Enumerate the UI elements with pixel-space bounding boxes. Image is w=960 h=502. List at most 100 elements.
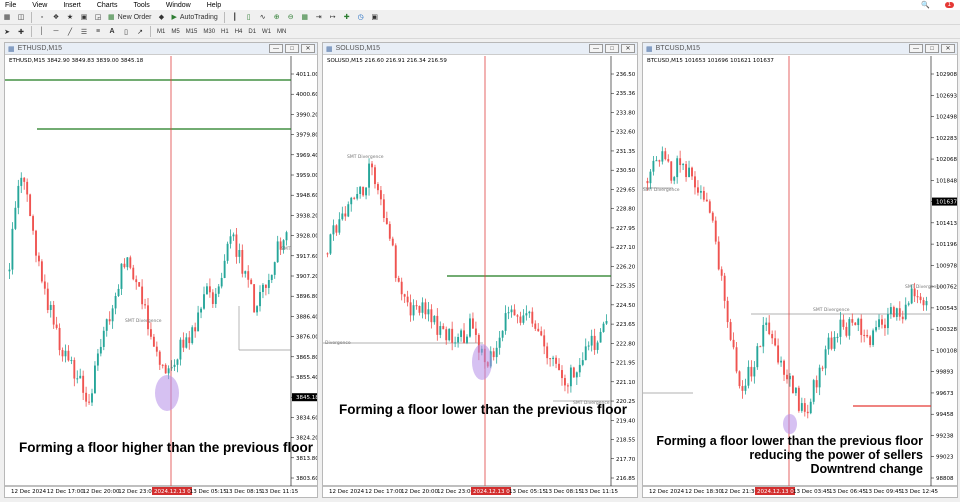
chart-window-ethusd[interactable]: ▦ ETHUSD,M15— □ ✕ 4011.00 4000.60 3990.20 3979.… <box>4 42 318 498</box>
trendline-icon[interactable]: ╱ <box>64 26 76 38</box>
zoom-in-icon[interactable]: ⊕ <box>271 11 283 23</box>
profiles-icon[interactable]: ◫ <box>15 11 27 23</box>
close-icon[interactable]: ✕ <box>621 44 635 53</box>
vertical-line-icon[interactable]: │ <box>36 26 48 38</box>
search-icon[interactable]: 🔍 <box>916 1 935 9</box>
timeframe-mn[interactable]: MN <box>274 29 289 35</box>
maximize-icon[interactable]: □ <box>925 44 939 53</box>
arrows-icon[interactable]: ↗ <box>134 26 146 38</box>
candle-body <box>406 296 409 303</box>
candle-body <box>276 241 279 263</box>
timeframe-m15[interactable]: M15 <box>183 29 201 35</box>
close-icon[interactable]: ✕ <box>301 44 315 53</box>
minimize-icon[interactable]: — <box>269 44 283 53</box>
maximize-icon[interactable]: □ <box>285 44 299 53</box>
autotrading-button[interactable]: ▶ AutoTrading <box>169 11 219 23</box>
templates-icon[interactable]: ▣ <box>369 11 381 23</box>
candle-body <box>52 304 55 325</box>
minimize-icon[interactable]: — <box>909 44 923 53</box>
candle-body <box>76 378 79 380</box>
bar-chart-icon[interactable]: ┃ <box>229 11 241 23</box>
candle-body <box>833 336 836 349</box>
price-label: 223.65 <box>616 322 636 328</box>
indicators-icon[interactable]: ✚ <box>341 11 353 23</box>
menu-item-view[interactable]: View <box>27 2 52 9</box>
candle-body <box>881 319 883 325</box>
candle-body <box>519 316 522 323</box>
timeframe-m30[interactable]: M30 <box>200 29 218 35</box>
price-label: 101637 <box>936 200 957 206</box>
candlestick-icon[interactable]: ▯ <box>243 11 255 23</box>
new-order-button[interactable]: ▦ New Order <box>106 11 153 23</box>
candle-body <box>922 300 925 306</box>
chart-shift-icon[interactable]: ↦ <box>327 11 339 23</box>
notification-badge[interactable]: 1 <box>944 2 954 8</box>
candle-body <box>418 306 421 313</box>
chart-window-solusd[interactable]: ▦ SOLUSD,M15— □ ✕ 236.50 235.36 233.80 232.60 23… <box>322 42 638 498</box>
data-window-icon[interactable]: ❖ <box>50 11 62 23</box>
menu-item-help[interactable]: Help <box>202 2 226 9</box>
line-chart-icon[interactable]: ∿ <box>257 11 269 23</box>
price-label: 3886.40 <box>296 314 317 320</box>
candle-body <box>732 339 735 348</box>
price-chart[interactable]: 236.50 235.36 233.80 232.60 231.35 230.50 229.… <box>323 56 637 497</box>
candle-body <box>179 339 182 360</box>
channel-icon[interactable]: ☰ <box>78 26 90 38</box>
candle-body <box>335 225 338 233</box>
chart-window-btcusd[interactable]: ▦ BTCUSD,M15— □ ✕ 102908 102693 102498 102283 10… <box>642 42 958 498</box>
price-chart[interactable]: 4011.00 4000.60 3990.20 3979.80 3969.40 3959.… <box>5 56 317 497</box>
candle-body <box>866 335 869 337</box>
navigator-icon[interactable]: ★ <box>64 11 76 23</box>
candle-body <box>46 288 49 310</box>
candle-body <box>338 219 341 233</box>
time-label: 13 Dec 12:45 <box>901 489 938 495</box>
window-titlebar[interactable]: ▦ BTCUSD,M15 — □ ✕ <box>643 43 957 55</box>
ohlc-readout: ETHUSD,M15 3842.90 3849.83 3839.00 3845.… <box>9 58 143 64</box>
time-label: 13 Dec 03:45 <box>793 489 830 495</box>
window-titlebar[interactable]: ▦ SOLUSD,M15 — □ ✕ <box>323 43 637 55</box>
new-chart-icon[interactable]: ▦ <box>1 11 13 23</box>
periods-icon[interactable]: ◷ <box>355 11 367 23</box>
price-label: 3969.40 <box>296 153 317 159</box>
timeframe-d1[interactable]: D1 <box>245 29 259 35</box>
zoom-out-icon[interactable]: ⊖ <box>285 11 297 23</box>
timeframe-m5[interactable]: M5 <box>168 29 182 35</box>
candle-body <box>35 230 37 256</box>
timeframe-w1[interactable]: W1 <box>259 29 274 35</box>
meta-editor-icon[interactable]: ◆ <box>155 11 167 23</box>
horizontal-line-icon[interactable]: ─ <box>50 26 62 38</box>
candle-body <box>182 339 185 348</box>
window-titlebar[interactable]: ▦ ETHUSD,M15 — □ ✕ <box>5 43 317 55</box>
tile-windows-icon[interactable]: ▦ <box>299 11 311 23</box>
label-icon[interactable]: ▯ <box>120 26 132 38</box>
timeframe-m1[interactable]: M1 <box>154 29 168 35</box>
fibonacci-icon[interactable]: ≡ <box>92 26 104 38</box>
terminal-icon[interactable]: ▣ <box>78 11 90 23</box>
time-label: 12 Dec 2024 <box>649 489 685 495</box>
crosshair-icon[interactable]: ✚ <box>15 26 27 38</box>
auto-scroll-icon[interactable]: ⇥ <box>313 11 325 23</box>
menu-item-tools[interactable]: Tools <box>128 2 154 9</box>
chart-canvas: 4011.00 4000.60 3990.20 3979.80 3969.40 3959.… <box>5 56 317 495</box>
candle-body <box>907 303 910 305</box>
candle-body <box>273 262 276 275</box>
market-watch-icon[interactable]: ▫ <box>36 11 48 23</box>
minimize-icon[interactable]: — <box>589 44 603 53</box>
price-chart[interactable]: 102908 102693 102498 102283 102068 101848 1016… <box>643 56 957 497</box>
chart-annotation: Forming a floor lower than the previous … <box>339 402 627 417</box>
candle-body <box>382 199 385 219</box>
candle-body <box>362 186 365 196</box>
maximize-icon[interactable]: □ <box>605 44 619 53</box>
menu-item-charts[interactable]: Charts <box>92 2 123 9</box>
menu-item-insert[interactable]: Insert <box>58 2 86 9</box>
menu-item-file[interactable]: File <box>0 2 21 9</box>
tester-icon[interactable]: ◲ <box>92 11 104 23</box>
timeframe-h1[interactable]: H1 <box>218 29 232 35</box>
time-label: 12 Dec 20:00 <box>401 489 438 495</box>
menu-item-window[interactable]: Window <box>161 2 196 9</box>
timeframe-h4[interactable]: H4 <box>232 29 246 35</box>
close-icon[interactable]: ✕ <box>941 44 955 53</box>
text-icon[interactable]: A <box>106 26 118 38</box>
cursor-icon[interactable]: ➤ <box>1 26 13 38</box>
price-label: 102498 <box>936 115 957 121</box>
